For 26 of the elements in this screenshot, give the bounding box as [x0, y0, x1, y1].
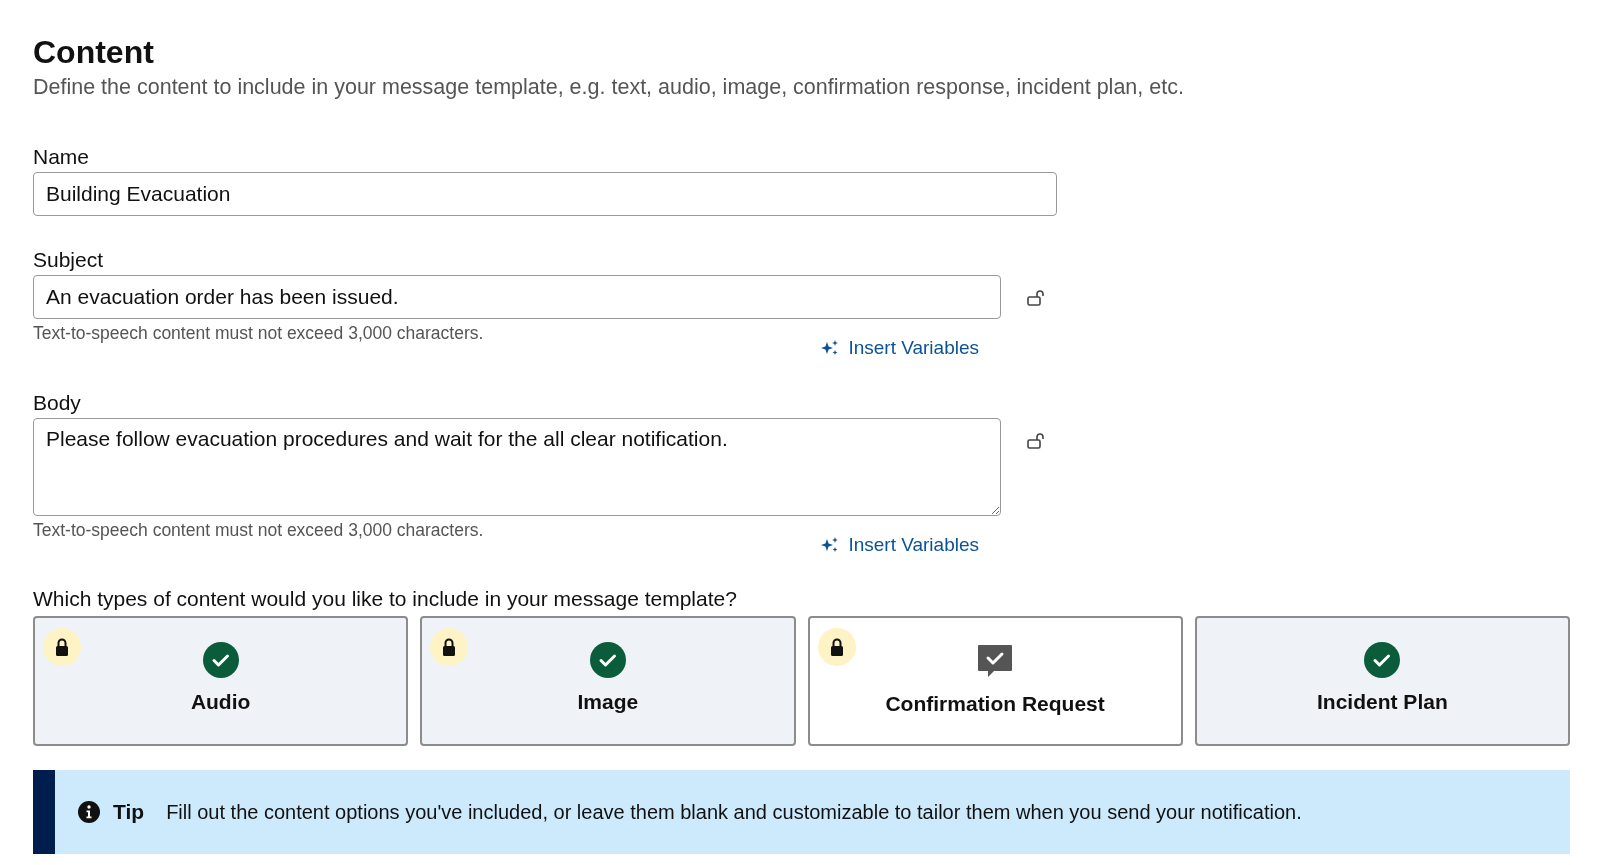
section-description: Define the content to include in your message template, e.g. text, audio, image, confirmation response, incident plan, etc.: [33, 74, 1185, 100]
section-title: Content: [33, 33, 155, 72]
content-type-card[interactable]: Image: [420, 616, 796, 746]
text-input[interactable]: An evacuation order has been issued.: [33, 275, 1001, 319]
helper-text: Text-to-speech content must not exceed 3,000 characters.: [33, 323, 484, 344]
field-label: Body: [33, 390, 82, 416]
tip-text: Fill out the content options you've included, or leave them blank and customizable to tailor them when you send your notification.: [166, 800, 1302, 824]
check-circle-icon: [202, 642, 239, 678]
content-types-question: Which types of content would you like to include in your message template?: [33, 586, 738, 612]
textarea-field[interactable]: Please follow evacuation procedures and wait for the all clear notification.: [33, 418, 1001, 516]
field-label: Name: [33, 144, 91, 170]
unlocked-padlock-icon[interactable]: [1027, 432, 1047, 450]
field-label: Subject: [33, 247, 105, 273]
content-type-card[interactable]: Incident Plan: [1194, 616, 1570, 746]
check-circle-icon: [1364, 642, 1401, 678]
insert-variables-link[interactable]: Insert Variables: [820, 337, 979, 359]
content-type-card[interactable]: Audio: [33, 616, 409, 746]
speech-bubble-check-icon: [976, 642, 1015, 680]
text-input[interactable]: Building Evacuation: [33, 172, 1057, 216]
content-type-card[interactable]: Confirmation Request: [807, 616, 1183, 746]
tip-label: Tip: [113, 800, 145, 824]
check-circle-icon: [589, 642, 626, 678]
insert-variables-link[interactable]: Insert Variables: [820, 534, 979, 556]
helper-text: Text-to-speech content must not exceed 3,000 characters.: [33, 520, 484, 541]
info-icon: [77, 800, 101, 824]
unlocked-padlock-icon[interactable]: [1027, 289, 1047, 307]
